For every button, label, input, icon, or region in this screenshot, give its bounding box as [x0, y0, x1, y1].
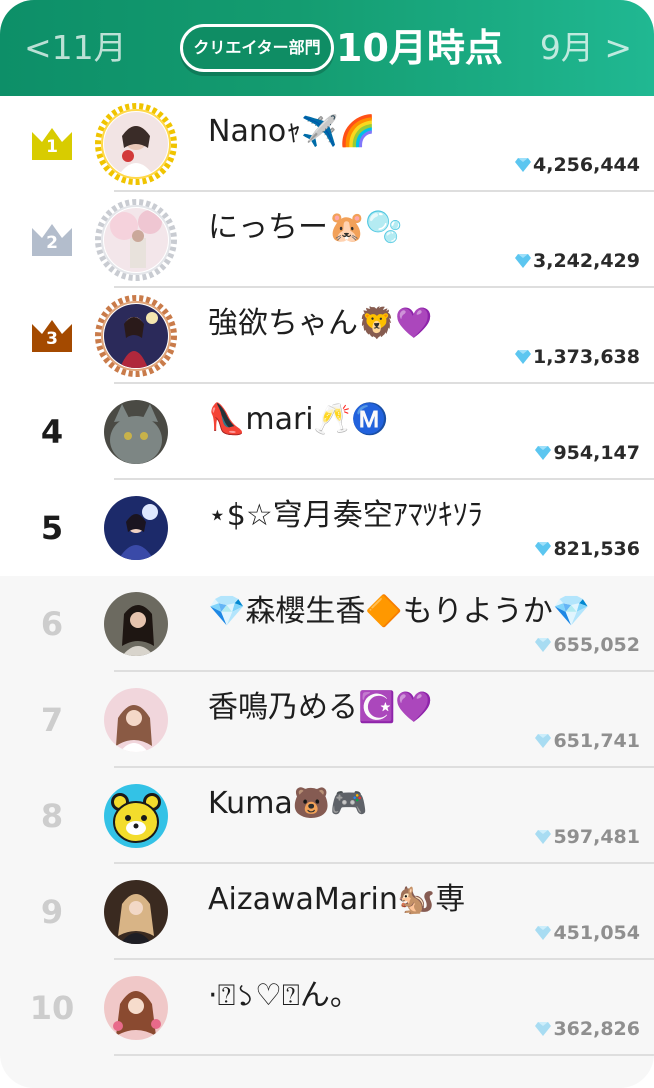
score: 651,741 — [534, 728, 640, 754]
user-name: AizawaMarin🐿️専 — [208, 882, 466, 917]
ranking-card: <11月 クリエイター部門 10月時点 9月 > 1 Nanoｬ✈️🌈 4,25… — [0, 0, 654, 1088]
prev-month-button[interactable]: <11月 — [24, 24, 127, 72]
ranking-header: <11月 クリエイター部門 10月時点 9月 > — [0, 0, 654, 96]
score-value: 4,256,444 — [533, 154, 640, 176]
ranking-row[interactable]: 10 ·⍰১♡⍰ん。 362,826 — [0, 960, 654, 1056]
gem-icon — [514, 253, 532, 269]
ranking-row[interactable]: 5 ⋆$☆穹月奏空ｱﾏﾂｷｿﾗ 821,536 — [0, 480, 654, 576]
avatar[interactable] — [104, 880, 168, 944]
period-title: 10月時点 — [336, 26, 503, 70]
avatar[interactable] — [104, 400, 168, 464]
user-name: にっちー🐹🫧 — [208, 210, 403, 245]
ranking-row[interactable]: 9 AizawaMarin🐿️専 451,054 — [0, 864, 654, 960]
score: 597,481 — [534, 824, 640, 850]
ranking-row[interactable]: 8 Kuma🐻🎮 597,481 — [0, 768, 654, 864]
ranking-row[interactable]: 6 💎森櫻生香🔶もりようか💎 655,052 — [0, 576, 654, 672]
gem-icon — [534, 637, 552, 653]
gem-icon — [534, 733, 552, 749]
category-button[interactable]: クリエイター部門 — [180, 24, 334, 72]
ranking-row[interactable]: 3 強欲ちゃん🦁💜 1,373,638 — [0, 288, 654, 384]
score: 362,826 — [534, 1016, 640, 1042]
score-value: 1,373,638 — [533, 346, 640, 368]
score: 655,052 — [534, 632, 640, 658]
rank-number: 10 — [29, 989, 75, 1027]
gem-icon — [514, 157, 532, 173]
gem-icon — [514, 349, 532, 365]
ranking-row[interactable]: 2 にっちー🐹🫧 3,242,429 — [0, 192, 654, 288]
gem-icon — [534, 541, 552, 557]
gem-icon — [534, 925, 552, 941]
score: 821,536 — [534, 536, 640, 562]
avatar[interactable] — [104, 208, 168, 272]
next-month-button[interactable]: 9月 > — [540, 24, 632, 72]
avatar[interactable] — [104, 112, 168, 176]
score: 4,256,444 — [514, 152, 640, 178]
avatar[interactable] — [104, 688, 168, 752]
avatar[interactable] — [104, 496, 168, 560]
rank-number: 8 — [40, 797, 64, 835]
rank-number: 3 — [46, 329, 58, 349]
gem-icon — [534, 1021, 552, 1037]
rank-number: 1 — [46, 137, 58, 157]
gem-icon — [534, 829, 552, 845]
score-value: 451,054 — [553, 922, 640, 944]
user-name: Nanoｬ✈️🌈 — [208, 114, 376, 149]
rank-number: 2 — [46, 233, 58, 253]
user-name: ·⍰১♡⍰ん。 — [208, 978, 360, 1013]
gem-icon — [534, 445, 552, 461]
ranking-row[interactable]: 7 香鳴乃める☪️💜 651,741 — [0, 672, 654, 768]
score: 954,147 — [534, 440, 640, 466]
score: 451,054 — [534, 920, 640, 946]
ranking-row[interactable]: 1 Nanoｬ✈️🌈 4,256,444 — [0, 96, 654, 192]
user-name: Kuma🐻🎮 — [208, 786, 368, 821]
avatar[interactable] — [104, 784, 168, 848]
avatar[interactable] — [104, 976, 168, 1040]
score-value: 954,147 — [553, 442, 640, 464]
user-name: 💎森櫻生香🔶もりようか💎 — [208, 594, 591, 629]
score-value: 821,536 — [553, 538, 640, 560]
avatar[interactable] — [104, 304, 168, 368]
row-divider — [114, 1054, 654, 1056]
user-name: 👠mari🥂Ⓜ️ — [208, 402, 389, 437]
user-name: ⋆$☆穹月奏空ｱﾏﾂｷｿﾗ — [208, 498, 483, 533]
rank-number: 7 — [40, 701, 64, 739]
user-name: 強欲ちゃん🦁💜 — [208, 306, 433, 341]
rank-number: 6 — [40, 605, 64, 643]
score: 3,242,429 — [514, 248, 640, 274]
avatar[interactable] — [104, 592, 168, 656]
score-value: 3,242,429 — [533, 250, 640, 272]
score-value: 655,052 — [553, 634, 640, 656]
score-value: 362,826 — [553, 1018, 640, 1040]
score: 1,373,638 — [514, 344, 640, 370]
score-value: 651,741 — [553, 730, 640, 752]
rank-number: 5 — [40, 509, 64, 547]
ranking-row[interactable]: 4 👠mari🥂Ⓜ️ 954,147 — [0, 384, 654, 480]
rank-number: 4 — [40, 413, 64, 451]
user-name: 香鳴乃める☪️💜 — [208, 690, 433, 725]
score-value: 597,481 — [553, 826, 640, 848]
rank-number: 9 — [40, 893, 64, 931]
